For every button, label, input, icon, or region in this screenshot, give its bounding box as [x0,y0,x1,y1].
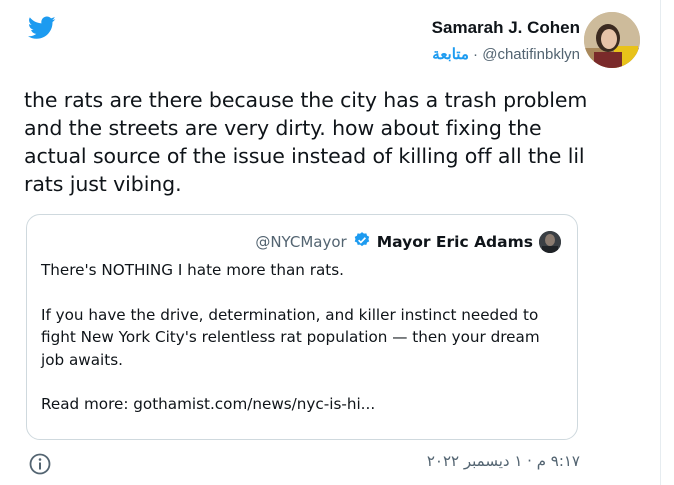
quoted-line-1: There's NOTHING I hate more than rats. [41,261,344,279]
avatar[interactable] [584,12,640,68]
twitter-bird-icon[interactable] [27,16,56,40]
quoted-author-handle[interactable]: @NYCMayor [255,233,346,251]
quoted-avatar[interactable] [539,231,561,253]
quoted-line-2: If you have the drive, determination, an… [41,305,540,369]
verified-badge-icon [353,231,371,253]
quoted-read-more[interactable]: Read more: gothamist.com/news/nyc-is-hi.… [41,393,561,416]
author-meta: متابعة · @chatifinbklyn [432,44,580,66]
info-icon[interactable] [28,452,52,476]
quoted-tweet[interactable]: @NYCMayor Mayor Eric Adams There's NOTHI… [26,214,578,440]
author-block: Samarah J. Cohen متابعة · @chatifinbklyn [432,16,580,66]
quoted-author-name[interactable]: Mayor Eric Adams [377,233,533,251]
tweet-text: the rats are there because the city has … [24,88,588,196]
author-handle[interactable]: @chatifinbklyn [482,46,580,63]
tweet-timestamp[interactable]: ٩:١٧ م · ١ ديسمبر ٢٠٢٢ [427,452,580,470]
quoted-tweet-body: There's NOTHING I hate more than rats. I… [41,259,561,416]
meta-separator: · [473,46,479,63]
follow-button[interactable]: متابعة [432,46,469,63]
tweet-card: Samarah J. Cohen متابعة · @chatifinbklyn… [2,0,661,485]
quoted-tweet-header: @NYCMayor Mayor Eric Adams [255,231,561,253]
author-name[interactable]: Samarah J. Cohen [432,16,580,40]
